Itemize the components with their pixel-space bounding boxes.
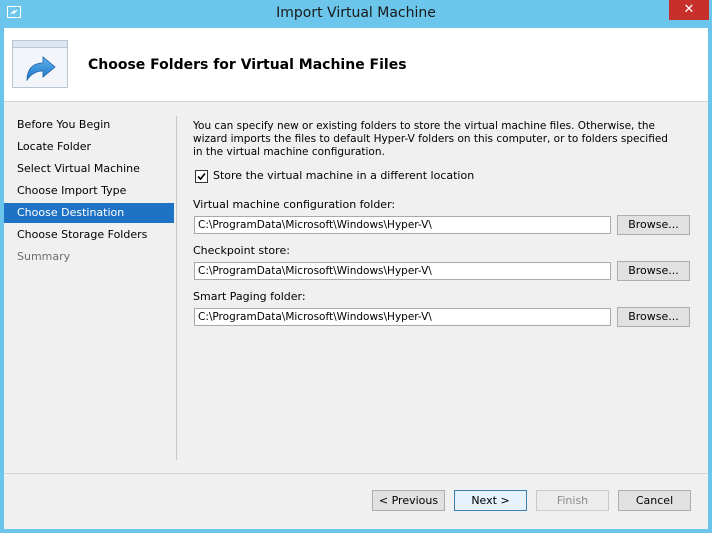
page-title: Choose Folders for Virtual Machine Files: [88, 57, 407, 73]
step-choose-destination[interactable]: Choose Destination: [4, 203, 174, 223]
smart-paging-label: Smart Paging folder:: [193, 290, 306, 303]
step-summary: Summary: [17, 250, 71, 263]
import-vm-window: Import Virtual Machine ✕ Choose Folders …: [0, 0, 712, 533]
wizard-header: Choose Folders for Virtual Machine Files: [4, 28, 708, 102]
store-location-checkbox[interactable]: [195, 170, 208, 183]
config-folder-input[interactable]: C:\ProgramData\Microsoft\Windows\Hyper-V…: [194, 216, 611, 234]
wizard-body: Choose Folders for Virtual Machine Files…: [4, 28, 708, 529]
checkpoint-store-input[interactable]: C:\ProgramData\Microsoft\Windows\Hyper-V…: [194, 262, 611, 280]
step-choose-storage-folders[interactable]: Choose Storage Folders: [4, 225, 174, 245]
window-title: Import Virtual Machine: [276, 5, 436, 21]
checkpoint-store-label: Checkpoint store:: [193, 244, 290, 257]
checkpoint-store-browse-button[interactable]: Browse...: [617, 261, 690, 281]
step-select-virtual-machine[interactable]: Select Virtual Machine: [4, 159, 174, 179]
window-border: [708, 28, 712, 533]
step-locate-folder[interactable]: Locate Folder: [4, 137, 174, 157]
footer-separator: [4, 473, 708, 474]
close-button[interactable]: ✕: [669, 0, 709, 20]
cancel-button[interactable]: Cancel: [618, 490, 691, 511]
arrow-forward-icon: [12, 40, 68, 88]
next-button[interactable]: Next >: [454, 490, 527, 511]
smart-paging-browse-button[interactable]: Browse...: [617, 307, 690, 327]
config-folder-label: Virtual machine configuration folder:: [193, 198, 396, 211]
steps-divider: [176, 116, 177, 460]
step-before-you-begin[interactable]: Before You Begin: [4, 115, 174, 135]
smart-paging-input[interactable]: C:\ProgramData\Microsoft\Windows\Hyper-V…: [194, 308, 611, 326]
store-location-label[interactable]: Store the virtual machine in a different…: [213, 169, 474, 182]
previous-button[interactable]: < Previous: [372, 490, 445, 511]
title-bar[interactable]: Import Virtual Machine ✕: [0, 0, 712, 28]
step-choose-import-type[interactable]: Choose Import Type: [4, 181, 174, 201]
description-text: You can specify new or existing folders …: [193, 120, 668, 158]
config-folder-browse-button[interactable]: Browse...: [617, 215, 690, 235]
finish-button: Finish: [536, 490, 609, 511]
